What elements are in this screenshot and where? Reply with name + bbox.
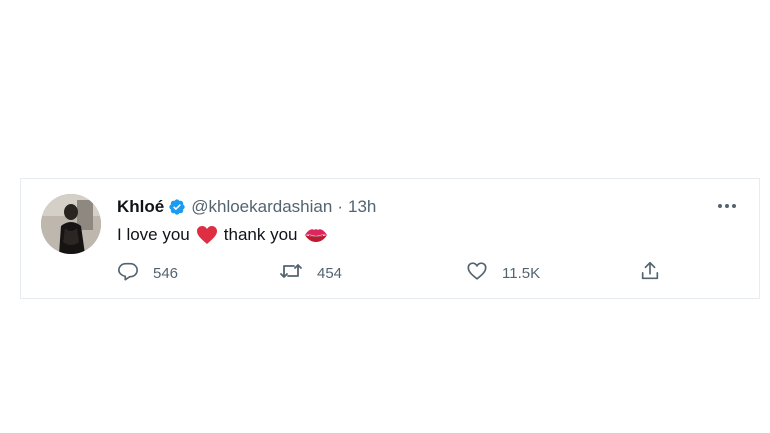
red-heart-emoji-icon — [196, 225, 218, 245]
tweet-text: I love you thank you — [117, 223, 334, 247]
share-icon — [639, 260, 661, 286]
author-handle[interactable]: @khloekardashian — [191, 197, 332, 217]
share-button[interactable] — [639, 261, 661, 285]
verified-badge-icon — [168, 198, 186, 216]
reply-button[interactable]: 546 — [117, 261, 178, 285]
tweet-time[interactable]: 13h — [348, 197, 376, 217]
author-name[interactable]: Khloé — [117, 197, 164, 217]
kiss-mark-emoji-icon — [304, 227, 328, 243]
avatar[interactable] — [41, 194, 101, 254]
tweet-text-part-1: I love you — [117, 225, 190, 244]
tweet-card[interactable]: Khloé @khloekardashian · 13h I love you … — [20, 178, 760, 299]
retweet-icon — [279, 260, 303, 286]
separator-dot: · — [337, 197, 343, 216]
like-button[interactable]: 11.5K — [466, 261, 540, 285]
retweet-button[interactable]: 454 — [279, 261, 342, 285]
tweet-text-part-2: thank you — [223, 225, 298, 244]
heart-outline-icon — [466, 260, 488, 286]
reply-count: 546 — [153, 264, 179, 282]
more-options-icon[interactable] — [715, 196, 739, 216]
retweet-count: 454 — [317, 264, 343, 282]
tweet-actions: 546 454 11.5K — [117, 261, 659, 285]
like-count: 11.5K — [502, 264, 541, 282]
reply-icon — [117, 260, 139, 286]
tweet-header: Khloé @khloekardashian · 13h — [117, 196, 376, 218]
